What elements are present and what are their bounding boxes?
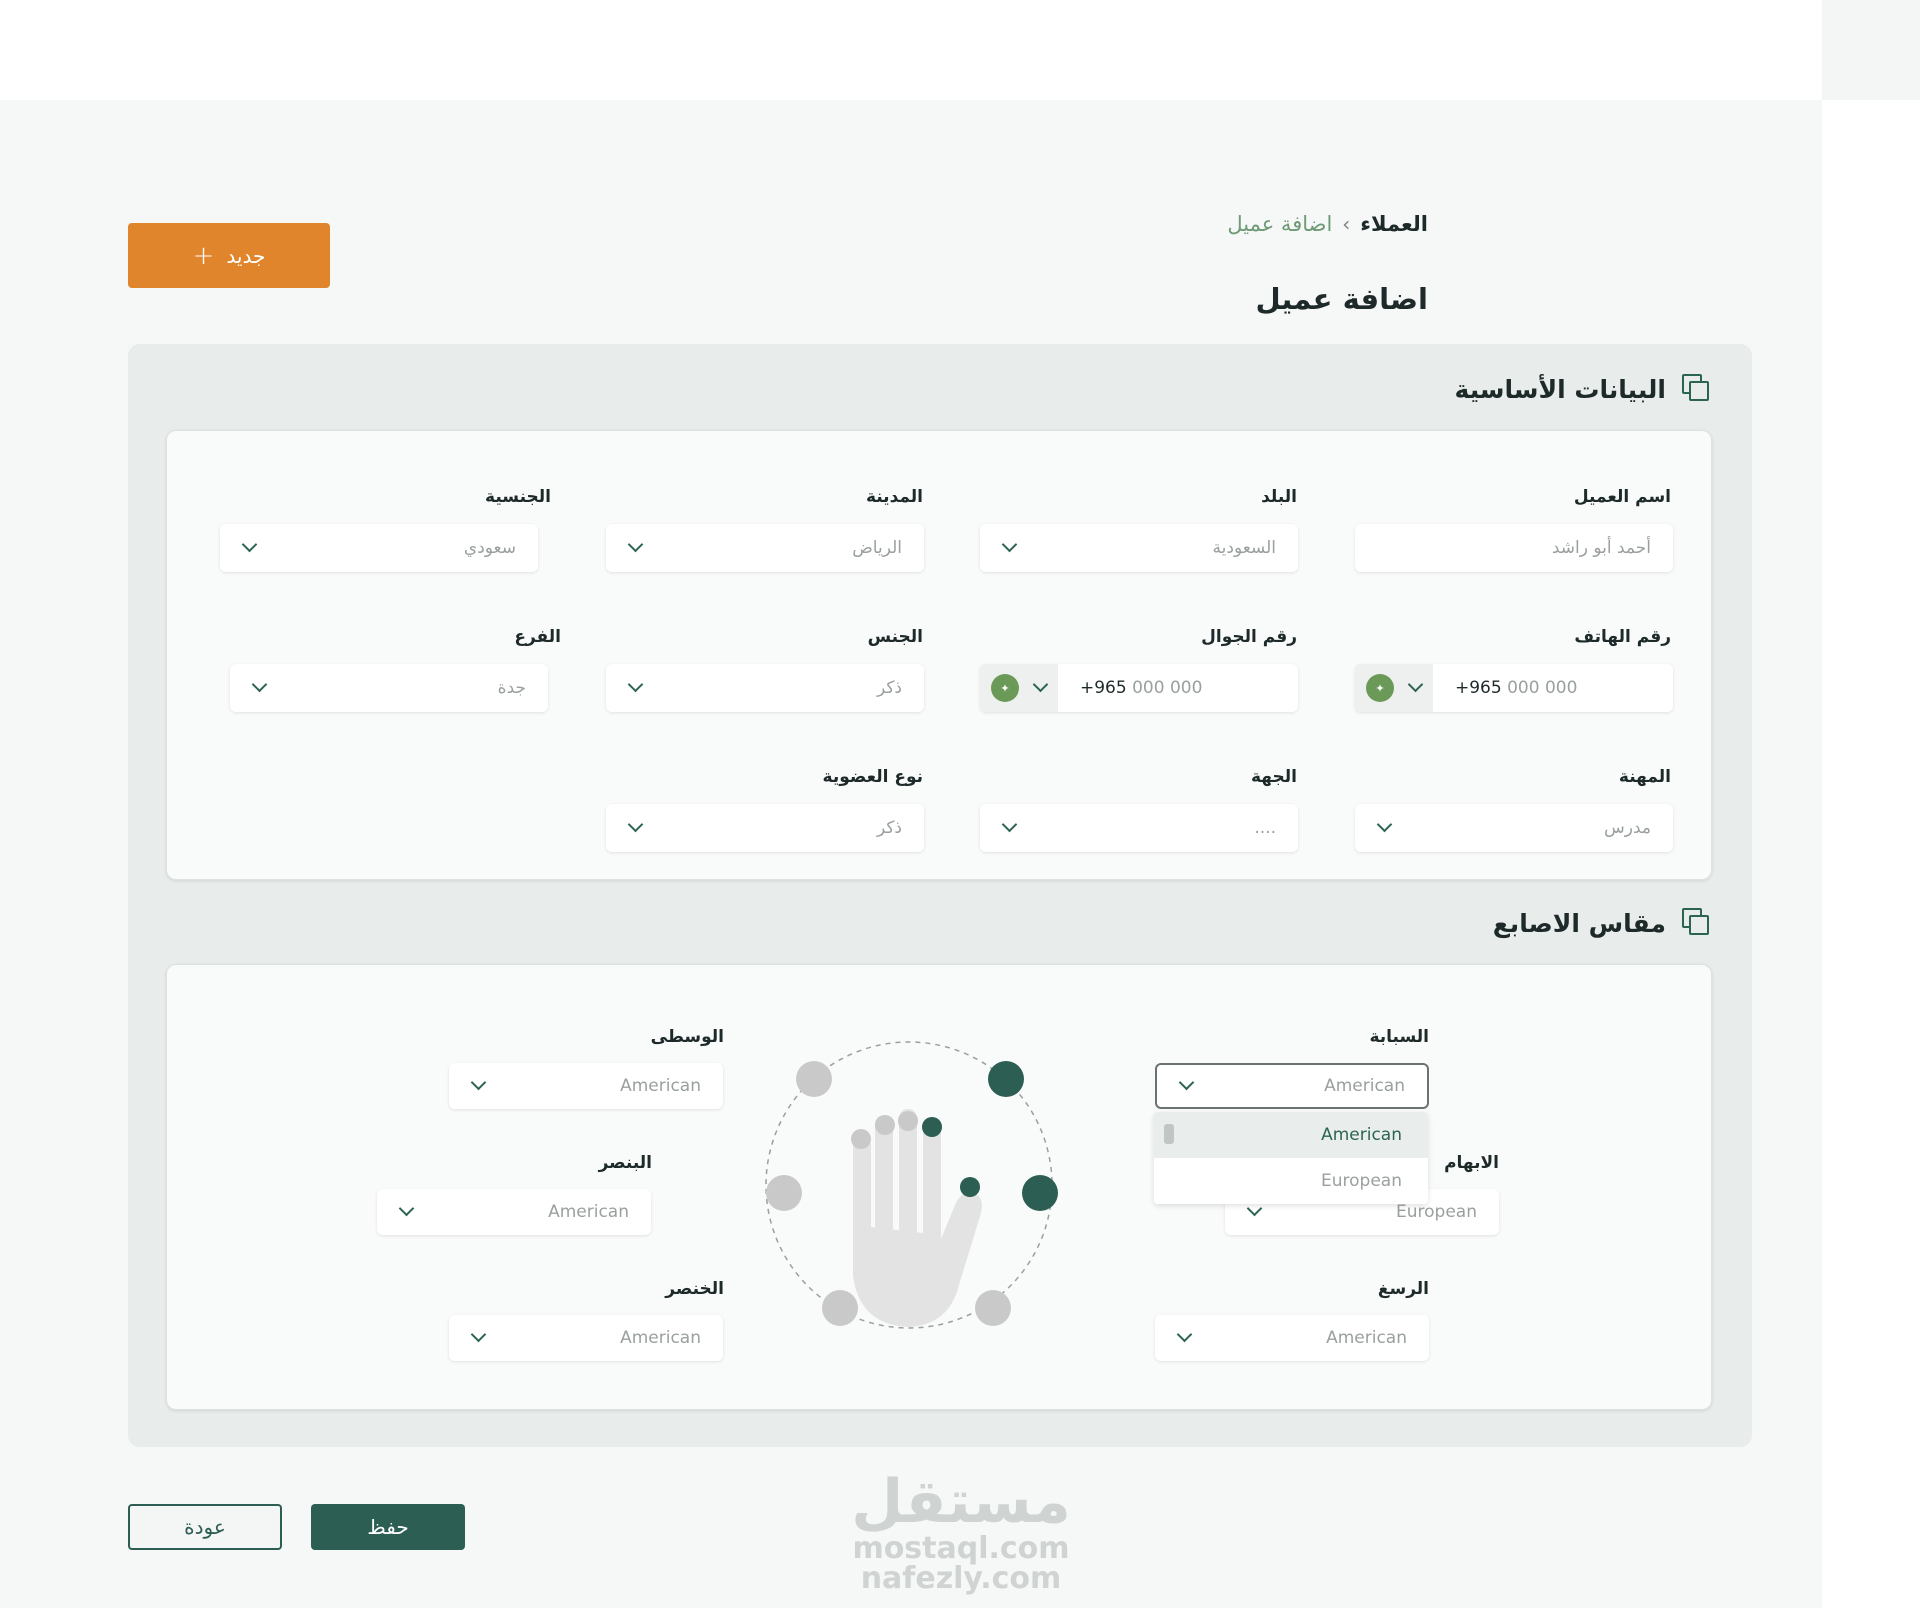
watermark: مستقل mostaql.com nafezly.com [846,1470,1076,1594]
city-label: المدينة [865,487,923,507]
index-finger-select[interactable]: American [1155,1063,1429,1109]
membership-select[interactable]: ذكر [606,804,924,852]
back-button[interactable]: عودة [128,1504,282,1550]
breadcrumb: العملاء ‹ اضافة عميل [1227,212,1428,236]
middle-finger-select[interactable]: American [449,1063,723,1109]
party-label: الجهة [1251,767,1297,787]
nationality-label: الجنسية [485,487,551,507]
hand-diagram [765,1041,1058,1329]
chevron-down-icon [1247,1205,1261,1219]
plus-icon: + [192,240,215,271]
right-side-strip [1822,0,1920,1608]
profession-label: المهنة [1618,767,1671,787]
membership-label: نوع العضوية [822,767,923,787]
saudi-flag-icon: ✦ [991,674,1019,702]
thumb-finger-label: الابهام [1444,1153,1499,1173]
top-header-bar [0,0,1822,100]
finger-section-header: مقاس الاصابع [1493,908,1712,938]
profession-select[interactable]: مدرس [1355,804,1673,852]
chevron-down-icon [1002,821,1016,835]
watermark-logo: مستقل [851,1467,1071,1537]
dropdown-option-american[interactable]: American [1154,1112,1428,1158]
marker-pinky-tip [851,1129,871,1149]
dot-thumb[interactable] [1022,1175,1058,1211]
chevron-down-icon [1408,681,1422,695]
chevron-down-icon [628,541,642,555]
form-container: البيانات الأساسية اسم العميل أحمد أبو را… [128,344,1752,1447]
chevron-down-icon [242,541,256,555]
gender-label: الجنس [867,627,923,647]
dropdown-scrollbar[interactable] [1164,1124,1174,1144]
pinky-finger-select[interactable]: American [449,1315,723,1361]
copy-icon [1682,374,1712,404]
marker-middle-tip [898,1111,918,1131]
chevron-down-icon [471,1331,485,1345]
pinky-finger-label: الخنصر [665,1279,724,1299]
chevron-down-icon [471,1079,485,1093]
breadcrumb-current: اضافة عميل [1227,212,1333,236]
phone-input[interactable]: ✦ +965 000 000 [1355,664,1673,712]
chevron-down-icon [628,821,642,835]
gender-select[interactable]: ذكر [606,664,924,712]
breadcrumb-clients-link[interactable]: العملاء [1360,212,1428,236]
ring-finger-label: البنصر [598,1153,652,1173]
wrist-label: الرسغ [1377,1279,1429,1299]
chevron-down-icon [252,681,266,695]
chevron-down-icon [1033,681,1047,695]
basic-info-card: اسم العميل أحمد أبو راشد البلد السعودية … [166,430,1712,880]
chevron-down-icon [1177,1331,1191,1345]
client-name-input[interactable]: أحمد أبو راشد [1355,524,1673,572]
dot-pinky[interactable] [822,1290,858,1326]
marker-ring-tip [875,1115,895,1135]
copy-icon [1682,908,1712,938]
chevron-down-icon [1179,1079,1193,1093]
city-select[interactable]: الرياض [606,524,924,572]
watermark-mostaql: mostaql.com [852,1531,1070,1566]
chevron-down-icon [1002,541,1016,555]
client-name-label: اسم العميل [1573,487,1671,507]
chevron-left-icon: ‹ [1342,212,1351,236]
country-select[interactable]: السعودية [980,524,1298,572]
page-title: اضافة عميل [1255,282,1429,316]
mobile-input[interactable]: ✦ +965 000 000 [980,664,1298,712]
index-finger-dropdown-menu: American European [1154,1112,1428,1204]
wrist-select[interactable]: American [1155,1315,1429,1361]
dot-middle[interactable] [796,1061,832,1097]
phone-country-code-select[interactable]: ✦ [1355,664,1433,712]
marker-index-tip [922,1117,942,1137]
country-label: البلد [1261,487,1297,507]
nationality-select[interactable]: سعودي [220,524,538,572]
basic-section-title: البيانات الأساسية [1454,374,1666,404]
new-button[interactable]: + جديد [128,223,330,288]
save-button[interactable]: حفظ [311,1504,465,1550]
ring-finger-select[interactable]: American [377,1189,651,1235]
mobile-label: رقم الجوال [1201,627,1297,647]
party-select[interactable]: .... [980,804,1298,852]
finger-section-title: مقاس الاصابع [1492,908,1666,938]
mobile-country-code-select[interactable]: ✦ [980,664,1058,712]
hand-icon [853,1109,982,1327]
chevron-down-icon [628,681,642,695]
chevron-down-icon [399,1205,413,1219]
basic-section-header: البيانات الأساسية [1455,374,1712,404]
middle-finger-label: الوسطى [650,1027,724,1047]
dot-index[interactable] [988,1061,1024,1097]
branch-select[interactable]: جدة [230,664,548,712]
finger-size-card: السبابة American الابهام European الرسغ … [166,964,1712,1410]
dot-ring[interactable] [766,1175,802,1211]
phone-label: رقم الهاتف [1574,627,1671,647]
chevron-down-icon [1377,821,1391,835]
saudi-flag-icon: ✦ [1366,674,1394,702]
dropdown-option-european[interactable]: European [1154,1158,1428,1204]
watermark-nafezly: nafezly.com [860,1561,1062,1596]
branch-label: الفرع [514,627,561,647]
index-finger-label: السبابة [1369,1027,1429,1047]
marker-thumb-tip [960,1177,980,1197]
dot-wrist[interactable] [975,1290,1011,1326]
new-button-label: جديد [226,243,266,268]
